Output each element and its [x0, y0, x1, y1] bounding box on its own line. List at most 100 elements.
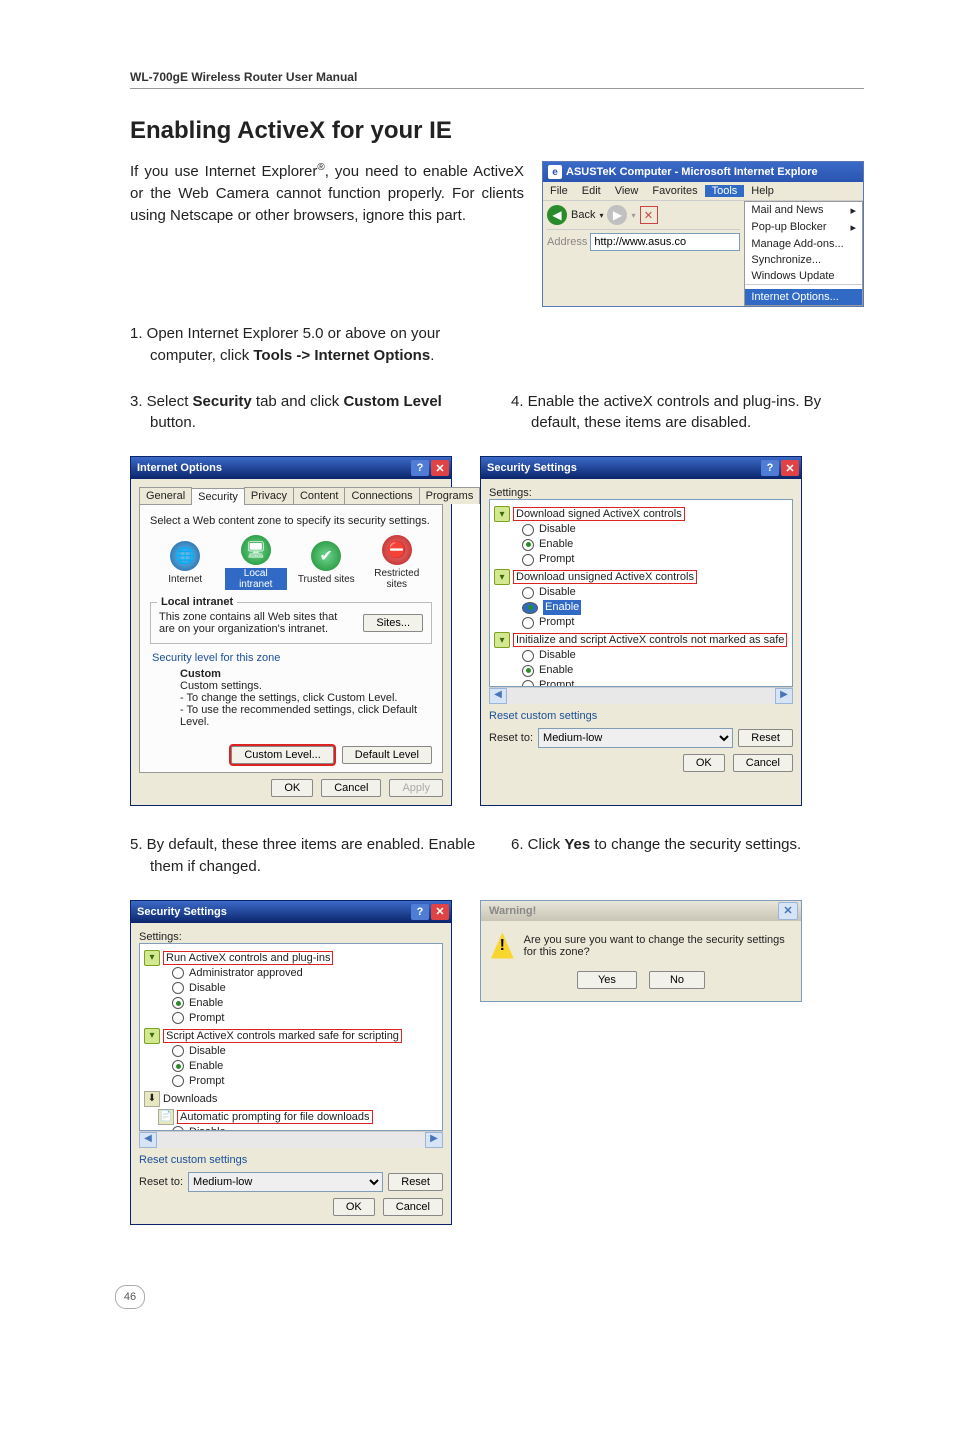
menu-view[interactable]: View [608, 185, 646, 197]
reset-to-select[interactable]: Medium-low [538, 728, 733, 748]
zone-trusted[interactable]: ✔ Trusted sites [295, 541, 357, 585]
tab-connections[interactable]: Connections [344, 487, 419, 504]
reset-to-label: Reset to: [139, 1176, 183, 1188]
help-icon[interactable]: ? [411, 460, 429, 476]
menu-file[interactable]: File [543, 185, 575, 197]
reset-to-select[interactable]: Medium-low [188, 1172, 383, 1192]
reset-button[interactable]: Reset [388, 1173, 443, 1191]
close-icon[interactable]: ✕ [431, 904, 449, 920]
tools-item-popup[interactable]: Pop-up Blocker▸ [745, 219, 862, 236]
radio-prompt[interactable] [522, 680, 534, 688]
scroll-left-icon[interactable]: ◀ [139, 1132, 157, 1148]
tab-general[interactable]: General [139, 487, 192, 504]
page-title: Enabling ActiveX for your IE [130, 117, 864, 145]
file-download-icon: 📄 [158, 1109, 174, 1125]
cat-script-activex: Script ActiveX controls marked safe for … [163, 1029, 402, 1043]
tab-content[interactable]: Content [293, 487, 346, 504]
reset-custom-label: Reset custom settings [139, 1154, 443, 1166]
radio-prompt[interactable] [172, 1075, 184, 1087]
internet-options-title-bar: Internet Options ? ✕ [131, 457, 451, 479]
radio-enable[interactable] [522, 602, 538, 614]
tab-privacy[interactable]: Privacy [244, 487, 294, 504]
back-dropdown-icon[interactable]: ▾ [599, 211, 603, 220]
custom-level-button[interactable]: Custom Level... [231, 746, 333, 764]
internet-options-tabs[interactable]: General Security Privacy Content Connect… [139, 487, 443, 504]
forward-button-icon: ▶ [607, 205, 627, 225]
page-number-badge: 46 [115, 1285, 145, 1309]
stop-button-icon[interactable]: ✕ [640, 206, 658, 224]
back-button-icon[interactable]: ◀ [547, 205, 567, 225]
radio-prompt[interactable] [522, 617, 534, 629]
tab-security[interactable]: Security [191, 488, 245, 505]
zone-local-intranet[interactable]: 🖥 Local intranet [225, 535, 287, 590]
default-level-button[interactable]: Default Level [342, 746, 432, 764]
reset-button[interactable]: Reset [738, 729, 793, 747]
yes-button[interactable]: Yes [577, 971, 637, 989]
address-label: Address [547, 236, 587, 248]
cancel-button[interactable]: Cancel [383, 1198, 443, 1216]
close-icon[interactable]: ✕ [781, 460, 799, 476]
radio-disable[interactable] [522, 524, 534, 536]
sites-button[interactable]: Sites... [363, 614, 423, 632]
radio-enable[interactable] [172, 997, 184, 1009]
ok-button[interactable]: OK [271, 779, 313, 797]
close-icon[interactable]: ✕ [778, 902, 798, 920]
page-header: WL-700gE Wireless Router User Manual [130, 70, 864, 89]
local-intranet-icon: 🖥 [241, 535, 271, 565]
zone-description: This zone contains all Web sites that ar… [159, 611, 339, 635]
address-input[interactable] [590, 233, 740, 251]
radio-disable[interactable] [172, 1126, 184, 1131]
settings-tree[interactable]: ▾Run ActiveX controls and plug-ins Admin… [139, 943, 443, 1131]
registered-mark: ® [317, 162, 324, 173]
step-3: 3. Select Security tab and click Custom … [130, 391, 483, 435]
scroll-right-icon[interactable]: ▶ [425, 1132, 443, 1148]
zone-internet[interactable]: 🌐 Internet [154, 541, 216, 585]
back-label[interactable]: Back [571, 209, 595, 221]
help-icon[interactable]: ? [761, 460, 779, 476]
close-icon[interactable]: ✕ [431, 460, 449, 476]
zone-heading: Local intranet [157, 596, 237, 608]
tab-programs[interactable]: Programs [419, 487, 481, 504]
custom-desc-1: Custom settings. [180, 680, 432, 692]
step-4: 4. Enable the activeX controls and plug-… [511, 391, 864, 435]
menu-tools[interactable]: Tools [705, 185, 745, 197]
ok-button[interactable]: OK [683, 754, 725, 772]
radio-enable[interactable] [522, 665, 534, 677]
no-button[interactable]: No [649, 971, 705, 989]
cancel-button[interactable]: Cancel [321, 779, 381, 797]
apply-button: Apply [389, 779, 443, 797]
zone-list[interactable]: 🌐 Internet 🖥 Local intranet ✔ Trusted si… [150, 535, 432, 590]
tools-item-mail[interactable]: Mail and News▸ [745, 202, 862, 219]
ie-menu-bar[interactable]: File Edit View Favorites Tools Help [543, 182, 863, 201]
horizontal-scrollbar[interactable]: ◀ ▶ [139, 1131, 443, 1148]
help-icon[interactable]: ? [411, 904, 429, 920]
radio-disable[interactable] [522, 650, 534, 662]
radio-prompt[interactable] [172, 1012, 184, 1024]
radio-enable[interactable] [522, 539, 534, 551]
radio-disable[interactable] [522, 587, 534, 599]
custom-desc-2: - To change the settings, click Custom L… [180, 692, 432, 704]
tools-item-sync[interactable]: Synchronize... [745, 252, 862, 268]
scroll-left-icon[interactable]: ◀ [489, 688, 507, 704]
menu-edit[interactable]: Edit [575, 185, 608, 197]
tools-item-internet-options[interactable]: Internet Options... [745, 289, 862, 305]
menu-help[interactable]: Help [744, 185, 781, 197]
warning-dialog: Warning! ✕ ! Are you sure you want to ch… [480, 900, 802, 1002]
horizontal-scrollbar[interactable]: ◀ ▶ [489, 687, 793, 704]
radio-prompt[interactable] [522, 554, 534, 566]
radio-enable[interactable] [172, 1060, 184, 1072]
cancel-button[interactable]: Cancel [733, 754, 793, 772]
radio-disable[interactable] [172, 1045, 184, 1057]
settings-tree[interactable]: ▾Download signed ActiveX controls Disabl… [489, 499, 793, 687]
tools-dropdown[interactable]: Mail and News▸ Pop-up Blocker▸ Manage Ad… [744, 201, 863, 306]
zone-restricted[interactable]: ⛔ Restricted sites [366, 535, 428, 590]
radio-admin[interactable] [172, 967, 184, 979]
security-level-label: Security level for this zone [152, 652, 432, 664]
menu-favorites[interactable]: Favorites [645, 185, 704, 197]
ok-button[interactable]: OK [333, 1198, 375, 1216]
tools-item-update[interactable]: Windows Update [745, 268, 862, 284]
scroll-right-icon[interactable]: ▶ [775, 688, 793, 704]
tools-item-addons[interactable]: Manage Add-ons... [745, 236, 862, 252]
radio-disable[interactable] [172, 982, 184, 994]
security-settings-title-bar: Security Settings ? ✕ [481, 457, 801, 479]
